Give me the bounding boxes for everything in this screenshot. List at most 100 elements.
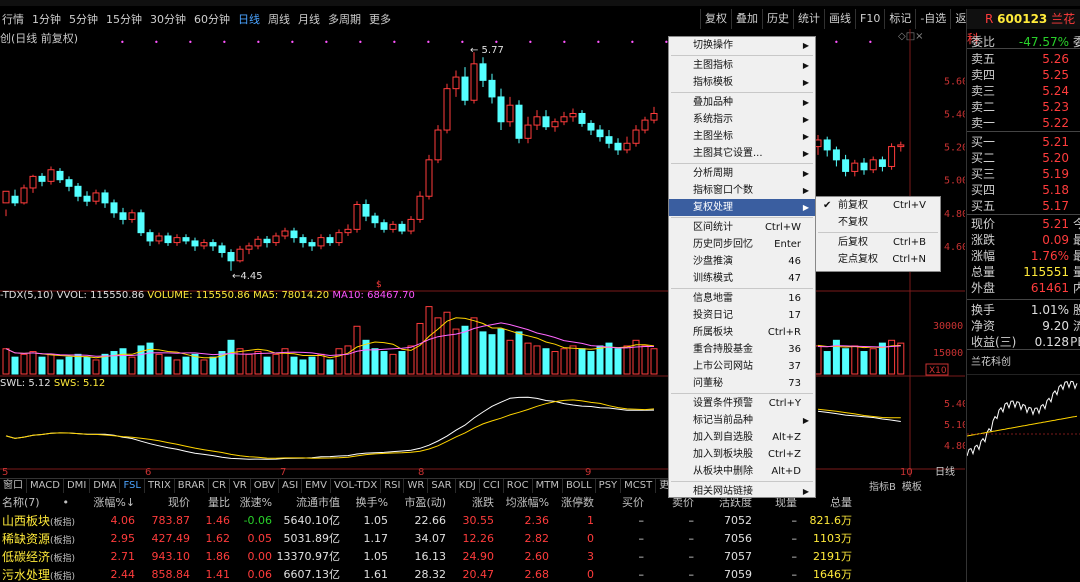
indicator-tab[interactable]: CCI: [480, 479, 504, 493]
indicator-tab[interactable]: BOLL: [563, 479, 596, 493]
period-tab[interactable]: 周线: [266, 11, 296, 27]
indicator-tab[interactable]: BRAR: [175, 479, 209, 493]
menu-item[interactable]: 主图坐标 ▶: [669, 128, 815, 145]
period-tab[interactable]: 行情: [0, 11, 30, 27]
menu-item[interactable]: 历史同步回忆 Enter: [669, 236, 815, 253]
toolbar-button[interactable]: -自选: [915, 9, 950, 29]
period-tab[interactable]: 多周期: [326, 11, 367, 27]
menu-item[interactable]: 叠加品种 ▶: [669, 94, 815, 111]
menu-item[interactable]: 系统指示 ▶: [669, 111, 815, 128]
column-header[interactable]: 市盈(动): [390, 493, 448, 511]
menu-item[interactable]: 不复权: [816, 214, 940, 231]
menu-item[interactable]: 信息地雷 16: [669, 290, 815, 307]
volume-bar: [47, 353, 55, 375]
quote-value: 5.22: [1042, 116, 1069, 130]
column-header[interactable]: •: [61, 493, 78, 511]
table-cell: 7052: [724, 513, 753, 527]
indicator-tab[interactable]: RSI: [381, 479, 405, 493]
period-tab[interactable]: 15分钟: [104, 11, 148, 27]
menu-item[interactable]: ✔ 前复权 Ctrl+V: [816, 197, 940, 214]
menu-item[interactable]: 设置条件预警 Ctrl+Y: [669, 395, 815, 412]
menu-item[interactable]: 所属板块 Ctrl+R: [669, 324, 815, 341]
template-tab[interactable]: 指标B: [866, 478, 899, 493]
indicator-tab[interactable]: CR: [209, 479, 230, 493]
column-header[interactable]: 涨跌: [448, 493, 496, 511]
toolbar-button[interactable]: 画线: [824, 9, 855, 29]
menu-item[interactable]: 投资日记 17: [669, 307, 815, 324]
toolbar-button[interactable]: 叠加: [731, 9, 762, 29]
toolbar-button[interactable]: 历史: [762, 9, 793, 29]
indicator-tab[interactable]: TRIX: [145, 479, 175, 493]
table-row[interactable]: 污水处理(板指) 2.44 858.84 1.41 0.06 6607.13亿 1.61 28…: [0, 565, 854, 582]
toolbar-button[interactable]: 统计: [793, 9, 824, 29]
indicator-tab[interactable]: SAR: [428, 479, 456, 493]
indicator-tab[interactable]: ASI: [279, 479, 303, 493]
menu-item[interactable]: 复权处理 ▶: [669, 199, 815, 216]
menu-item[interactable]: 上市公司网站 37: [669, 358, 815, 375]
menu-item[interactable]: 问董秘 73: [669, 375, 815, 392]
menu-item[interactable]: 主图其它设置... ▶: [669, 145, 815, 162]
column-header[interactable]: 名称(7): [0, 493, 61, 511]
indicator-tab[interactable]: DMI: [64, 479, 91, 493]
column-header[interactable]: 换手%: [342, 493, 390, 511]
menu-item[interactable]: 指标模板 ▶: [669, 74, 815, 91]
toolbar-button[interactable]: 复权: [700, 9, 731, 29]
table-row[interactable]: 稀缺资源(板指) 2.95 427.49 1.62 0.05 5031.89亿 1.17 34…: [0, 529, 854, 547]
period-tab[interactable]: 60分钟: [192, 11, 236, 27]
volume-bar: [860, 351, 868, 375]
intraday-mini-chart[interactable]: [967, 374, 1080, 582]
table-row[interactable]: 山西板块(板指) 4.06 783.87 1.46 -0.06 5640.10亿 1.05 2…: [0, 511, 854, 529]
menu-item[interactable]: 加入到自选股 Alt+Z: [669, 429, 815, 446]
menu-item[interactable]: 切换操作 ▶: [669, 37, 815, 54]
indicator-tab[interactable]: OBV: [251, 479, 279, 493]
indicator-tab[interactable]: VR: [230, 479, 251, 493]
mini-price-line: [967, 380, 1078, 457]
indicator-tab[interactable]: WR: [404, 479, 429, 493]
indicator-tab[interactable]: MTM: [533, 479, 563, 493]
column-header[interactable]: 量比: [192, 493, 232, 511]
period-tab[interactable]: 月线: [296, 11, 326, 27]
period-tab[interactable]: 5分钟: [67, 11, 104, 27]
menu-item[interactable]: 沙盘推演 46: [669, 253, 815, 270]
indicator-tab[interactable]: VOL-TDX: [331, 479, 382, 493]
menu-item[interactable]: 标记当前品种 ▶: [669, 412, 815, 429]
indicator-tab[interactable]: DMA: [90, 479, 121, 493]
quote-value: 115551: [1023, 265, 1069, 279]
stock-header[interactable]: R 600123 兰花科: [967, 9, 1080, 46]
menu-item[interactable]: 从板块中删除 Alt+D: [669, 463, 815, 480]
indicator-tab[interactable]: EMV: [302, 479, 331, 493]
indicator-tab[interactable]: MCST: [621, 479, 657, 493]
column-header[interactable]: 涨停数: [551, 493, 596, 511]
menu-item[interactable]: 定点复权 Ctrl+N: [816, 251, 940, 268]
indicator-tab[interactable]: ROC: [504, 479, 533, 493]
menu-item[interactable]: 相关网站链接 ▶: [669, 483, 815, 500]
column-header[interactable]: 现价: [137, 493, 192, 511]
column-header[interactable]: 涨幅%↓: [77, 493, 137, 511]
indicator-tab[interactable]: MACD: [27, 479, 64, 493]
period-tab[interactable]: 更多: [367, 11, 397, 27]
menu-item[interactable]: 训练模式 47: [669, 270, 815, 287]
menu-item[interactable]: 指标窗口个数 ▶: [669, 182, 815, 199]
template-tab[interactable]: 模板: [899, 478, 925, 493]
table-row[interactable]: 低碳经济(板指) 2.71 943.10 1.86 0.00 13370.97亿 1.05 1…: [0, 547, 854, 565]
menu-item[interactable]: 加入到板块股 Ctrl+Z: [669, 446, 815, 463]
column-header[interactable]: 流通市值: [274, 493, 342, 511]
period-tab[interactable]: 1分钟: [30, 11, 67, 27]
indicator-tab[interactable]: KDJ: [456, 479, 480, 493]
menu-item[interactable]: 重合持股基金 36: [669, 341, 815, 358]
menu-item[interactable]: 后复权 Ctrl+B: [816, 234, 940, 251]
indicator-tab[interactable]: FSL: [120, 479, 145, 493]
menu-item[interactable]: 主图指标 ▶: [669, 57, 815, 74]
toolbar-button[interactable]: 标记: [884, 9, 915, 29]
column-header[interactable]: 涨速%: [232, 493, 274, 511]
column-header[interactable]: 买价: [596, 493, 646, 511]
column-header[interactable]: 均涨幅%: [496, 493, 551, 511]
menu-item[interactable]: 区间统计 Ctrl+W: [669, 219, 815, 236]
indicator-tab[interactable]: 窗口: [0, 479, 27, 493]
indicator-tab[interactable]: PSY: [596, 479, 622, 493]
menu-item[interactable]: 分析周期 ▶: [669, 165, 815, 182]
toolbar-button[interactable]: F10: [855, 9, 884, 29]
period-tab[interactable]: 日线: [236, 11, 266, 27]
candle-body: [578, 112, 586, 124]
period-tab[interactable]: 30分钟: [148, 11, 192, 27]
